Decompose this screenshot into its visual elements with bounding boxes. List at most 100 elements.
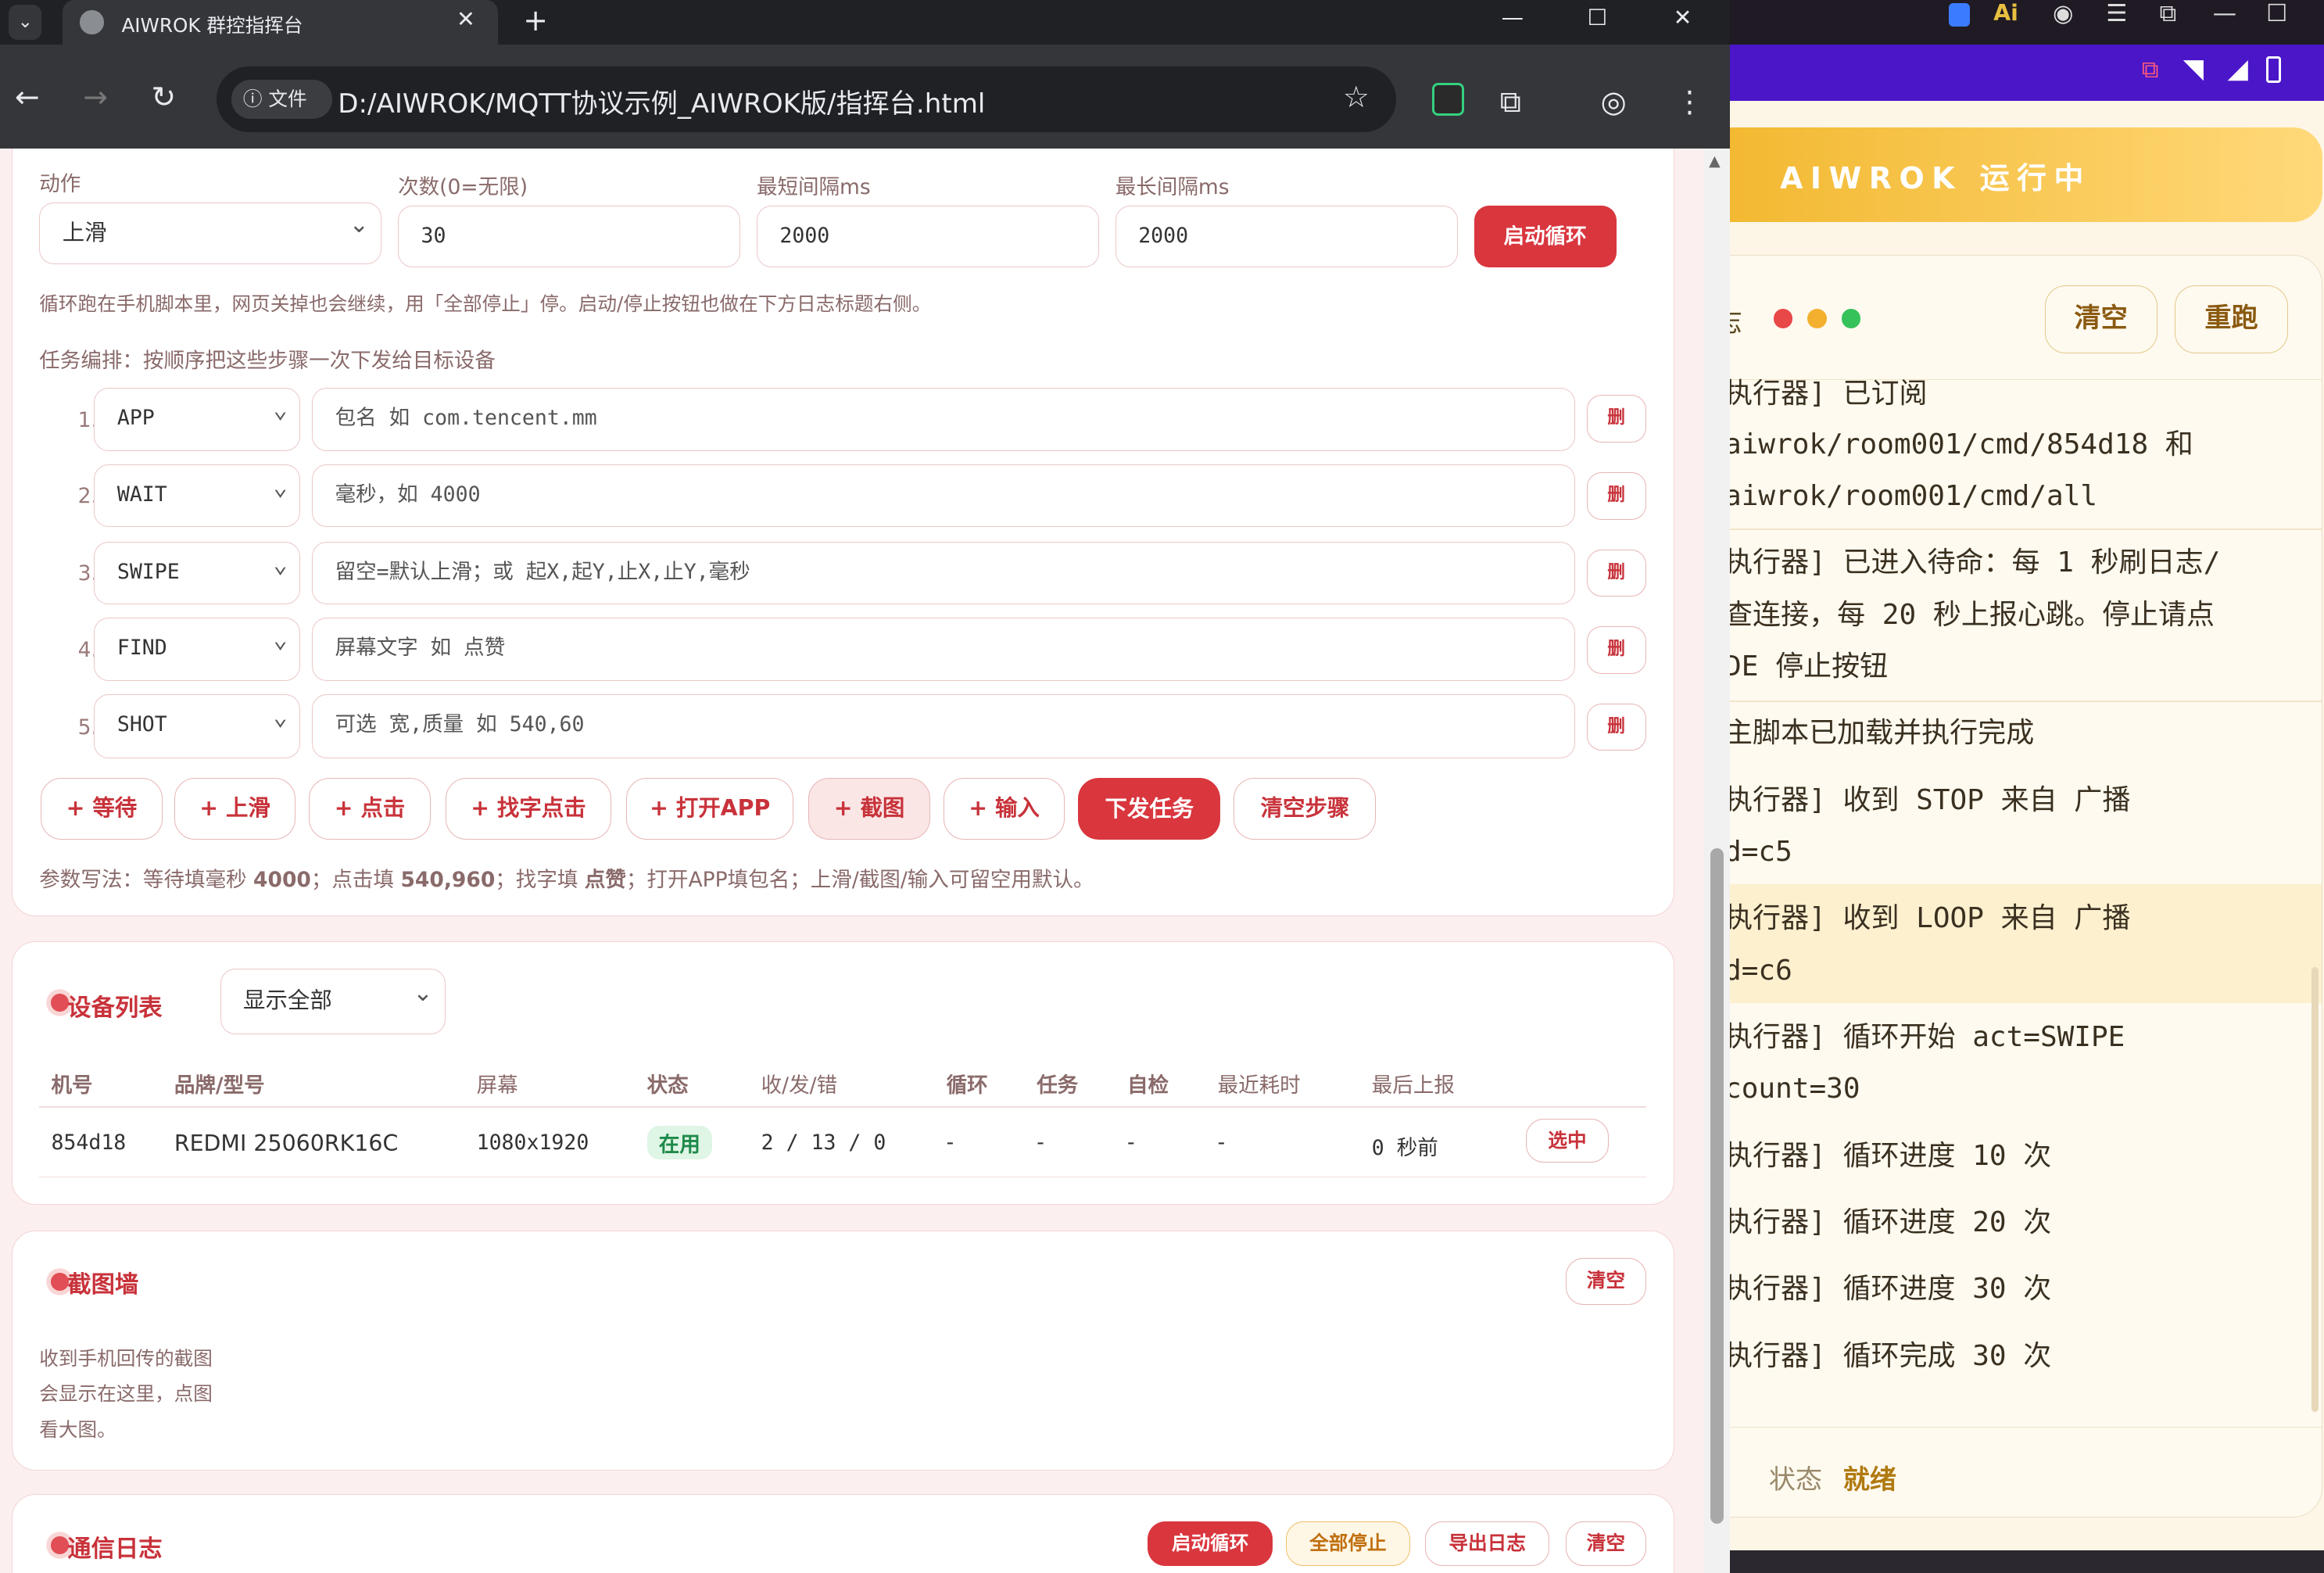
new-tab-button[interactable]: + — [523, 3, 548, 38]
step-param-input[interactable]: 毫秒，如 4000 — [312, 464, 1575, 528]
step-type-select[interactable]: APP — [94, 381, 300, 452]
reload-button[interactable]: ↻ — [151, 80, 176, 114]
account-icon[interactable]: ◉ — [2053, 0, 2073, 27]
ai-icon[interactable]: Ai — [1993, 0, 2018, 26]
step-param-input[interactable]: 留空=默认上滑；或 起X,起Y,止X,止Y,毫秒 — [312, 542, 1575, 604]
step-type-select[interactable]: SWIPE — [94, 536, 300, 604]
step-param-input[interactable]: 包名 如 com.tencent.mm — [312, 387, 1575, 452]
bolt-icon[interactable] — [1949, 2, 1970, 27]
select-device-button[interactable]: 选中 — [1525, 1118, 1610, 1163]
tip-text: ；找字填 — [495, 867, 585, 892]
back-button[interactable]: ← — [15, 80, 40, 114]
phone-mirror-window: Ai ◉ ☰ ⧉ — ☐ ⧉ ◥ ◢ AIWROK 运行中 志 清空 重跑 执行… — [1729, 0, 2324, 1573]
screenshot-empty-text: 收到手机回传的截图 会显示在这里，点图 看大图。 — [39, 1341, 213, 1448]
console-clear-button[interactable]: 清空 — [2044, 285, 2157, 354]
close-tab-icon[interactable]: ✕ — [457, 6, 475, 32]
rerun-button[interactable]: 重跑 — [2175, 285, 2288, 354]
start-loop-button[interactable]: 启动循环 — [1474, 205, 1617, 268]
clear-log-button[interactable]: 清空 — [1566, 1521, 1646, 1567]
tab-search-button[interactable]: ⌄ — [9, 4, 42, 41]
delete-step-button[interactable]: 删 — [1586, 626, 1646, 674]
add-open-app-button[interactable]: + 打开APP — [626, 777, 794, 840]
max-interval-input[interactable]: 2000 — [1115, 205, 1458, 268]
delete-step-button[interactable]: 删 — [1586, 703, 1646, 751]
log-line: aiwrok/room001/cmd/854d18 和 — [1729, 428, 2193, 460]
device-filter-select[interactable]: 显示全部 — [220, 962, 446, 1034]
minimize-button[interactable]: — — [1502, 5, 1524, 30]
step-param-input[interactable]: 屏幕文字 如 点赞 — [312, 617, 1575, 682]
device-stats: 2 / 13 / 0 — [761, 1130, 886, 1155]
step-param-input[interactable]: 可选 宽,质量 如 540,60 — [312, 694, 1575, 758]
stop-all-button[interactable]: 全部停止 — [1285, 1521, 1411, 1567]
log-line: aiwrok/room001/cmd/all — [1729, 480, 2098, 512]
console-status-bar: 状态 就绪 — [1729, 1426, 2322, 1517]
log-line: 执行器] 收到 STOP 来自 广播 — [1729, 783, 2131, 816]
running-banner: AIWROK 运行中 — [1729, 127, 2323, 223]
clear-steps-button[interactable]: 清空步骤 — [1234, 777, 1377, 840]
screenshot-wall-title: 截图墙 — [67, 1271, 139, 1299]
delete-step-button[interactable]: 删 — [1586, 549, 1646, 597]
action-select[interactable]: 上滑 — [39, 195, 382, 265]
device-id: 854d18 — [51, 1130, 127, 1155]
log-line: 执行器] 已订阅 — [1729, 378, 1928, 410]
send-task-button[interactable]: 下发任务 — [1078, 777, 1221, 840]
min-interval-input[interactable]: 2000 — [756, 205, 1099, 268]
log-line: 执行器] 已进入待命：每 1 秒刷日志/ — [1729, 546, 2221, 579]
count-input[interactable]: 30 — [398, 205, 741, 268]
add-click-button[interactable]: + 点击 — [309, 777, 431, 840]
scrollbar-thumb[interactable] — [1710, 847, 1724, 1525]
task-heading: 任务编排：按顺序把这些步骤一次下发给目标设备 — [39, 348, 496, 373]
extension-icon[interactable] — [1431, 83, 1465, 116]
banner-text: AIWROK 运行中 — [1780, 161, 2091, 196]
site-info-chip[interactable]: ⓘ 文件 — [231, 80, 332, 119]
list-icon[interactable]: ☰ — [2106, 0, 2127, 27]
close-window-button[interactable]: ✕ — [1674, 5, 1692, 30]
minimize-icon[interactable]: — — [2213, 0, 2236, 27]
log-line: 执行器] 循环进度 10 次 — [1729, 1139, 2052, 1172]
step-type-select[interactable]: SHOT — [94, 688, 300, 758]
maximize-icon[interactable]: ☐ — [2266, 0, 2287, 27]
log-start-loop-button[interactable]: 启动循环 — [1148, 1521, 1273, 1567]
cast-icon[interactable]: ⧉ — [2159, 0, 2176, 28]
loop-note: 循环跑在手机脚本里，网页关掉也会继续，用「全部停止」停。启动/停止按钮也做在下方… — [39, 292, 932, 315]
log-divider — [1729, 528, 2322, 530]
url-text[interactable]: D:/AIWROK/MQTT协议示例_AIWROK版/指挥台.html — [338, 81, 985, 120]
export-log-button[interactable]: 导出日志 — [1425, 1521, 1550, 1567]
add-screenshot-button[interactable]: + 截图 — [808, 777, 930, 840]
add-input-button[interactable]: + 输入 — [943, 777, 1065, 840]
menu-icon[interactable]: ⋮ — [1674, 84, 1704, 119]
col-header: 自检 — [1126, 1073, 1169, 1098]
maximize-button[interactable]: ☐ — [1588, 5, 1608, 30]
browser-tab[interactable]: AIWROK 群控指挥台 ✕ — [62, 0, 499, 45]
add-find-click-button[interactable]: + 找字点击 — [445, 777, 612, 840]
log-line: count=30 — [1729, 1073, 1860, 1105]
address-bar[interactable]: ⓘ 文件 D:/AIWROK/MQTT协议示例_AIWROK版/指挥台.html… — [216, 66, 1397, 132]
phone-screen: AIWROK 运行中 志 清空 重跑 执行器] 已订阅 aiwrok/room0… — [1729, 100, 2324, 1551]
status-badge: 在用 — [646, 1126, 713, 1159]
profile-icon[interactable]: ◎ — [1601, 84, 1627, 119]
count-label: 次数(0=无限) — [398, 175, 528, 200]
add-wait-button[interactable]: + 等待 — [41, 777, 163, 840]
clear-screenshots-button[interactable]: 清空 — [1566, 1257, 1646, 1306]
step-type-select[interactable]: FIND — [94, 611, 300, 682]
comm-log-card: 通信日志 启动循环 全部停止 导出日志 清空 — [12, 1494, 1675, 1573]
delete-step-button[interactable]: 删 — [1586, 395, 1646, 443]
col-header: 最近耗时 — [1217, 1073, 1301, 1098]
section-dot-icon — [51, 1536, 70, 1554]
browser-window: ⌄ AIWROK 群控指挥台 ✕ + — ☐ ✕ ← → ↻ ⓘ 文件 D:/A… — [0, 0, 1730, 1573]
console-scrollbar[interactable] — [2311, 967, 2319, 1412]
page-content: 动作 次数(0=无限) 最短间隔ms 最长间隔ms 上滑 30 2000 200… — [0, 148, 1705, 1573]
signal-icon: ◢ — [2227, 53, 2248, 85]
col-header: 品牌/型号 — [174, 1073, 265, 1098]
puzzle-icon[interactable]: ⧉ — [1500, 84, 1521, 120]
bookmark-star-icon[interactable]: ☆ — [1343, 80, 1370, 114]
control-card: 动作 次数(0=无限) 最短间隔ms 最长间隔ms 上滑 30 2000 200… — [12, 148, 1675, 916]
page-scrollbar[interactable]: ▲ — [1704, 148, 1730, 1573]
scroll-up-icon[interactable]: ▲ — [1709, 152, 1721, 170]
delete-step-button[interactable]: 删 — [1586, 471, 1646, 520]
add-swipe-button[interactable]: + 上滑 — [174, 777, 296, 840]
forward-button[interactable]: → — [83, 80, 108, 114]
console-title: 志 — [1730, 300, 1742, 339]
step-type-select[interactable]: WAIT — [94, 458, 300, 528]
status-value: 就绪 — [1842, 1464, 1896, 1496]
